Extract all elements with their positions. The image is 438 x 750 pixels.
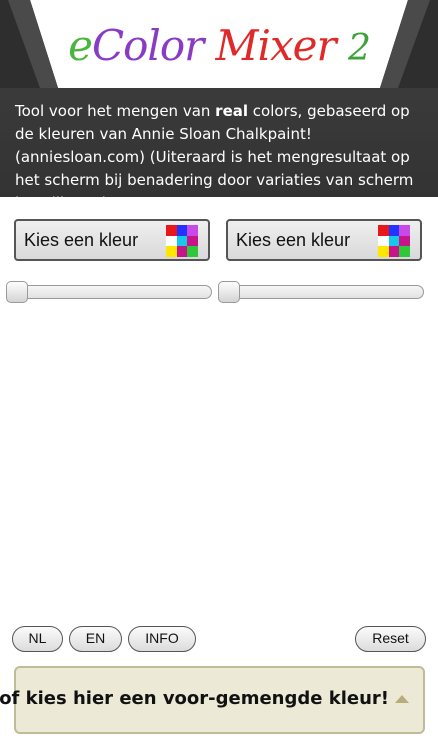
arrow-up-icon [395, 695, 409, 703]
swatch-cell [166, 246, 177, 257]
slider-thumb[interactable] [218, 281, 240, 303]
swatch-cell [378, 235, 389, 247]
swatch-cell [166, 235, 177, 247]
swatch-cell [176, 235, 188, 247]
logo-number: 2 [347, 28, 371, 69]
color-picker-label: Kies een kleur [236, 230, 351, 250]
swatch-cell [187, 225, 198, 236]
swatch-cell [187, 235, 198, 247]
color-picker-button-1[interactable]: Kies een kleur [14, 219, 210, 261]
slider-track [6, 285, 212, 299]
premixed-colors-button[interactable]: of kies hier een voor-gemengde kleur! [0, 666, 425, 734]
slider-track [218, 285, 424, 299]
swatch-cell [378, 246, 389, 257]
app-logo: eColor Mixer 2 [0, 18, 438, 77]
color-grid-icon [166, 225, 198, 257]
info-button[interactable]: INFO [128, 626, 196, 652]
swatch-cell [388, 235, 400, 247]
swatch-cell [399, 225, 410, 236]
swatch-cell [166, 225, 177, 236]
swatch-cell [176, 246, 188, 257]
color-grid-icon [378, 225, 410, 257]
swatch-cell [187, 246, 198, 257]
premixed-colors-label: of kies hier een voor-gemengde kleur! [0, 688, 389, 709]
logo-prefix: e [68, 21, 93, 70]
swatch-cell [378, 225, 389, 236]
mix-slider-2[interactable] [218, 281, 424, 303]
swatch-cell [176, 225, 188, 236]
swatch-cell [388, 225, 400, 236]
mix-slider-1[interactable] [6, 281, 212, 303]
swatch-cell [399, 235, 410, 247]
language-nl-button[interactable]: NL [12, 626, 63, 652]
intro-bold: real [215, 102, 249, 120]
swatch-cell [388, 246, 400, 257]
swatch-cell [399, 246, 410, 257]
color-picker-button-2[interactable]: Kies een kleur [226, 219, 422, 261]
app-header: eColor Mixer 2 Tool voor het mengen van … [0, 0, 438, 212]
slider-thumb[interactable] [6, 281, 28, 303]
logo-mixer-word: Mixer [215, 21, 337, 70]
reset-button[interactable]: Reset [355, 626, 426, 652]
language-en-button[interactable]: EN [69, 626, 122, 652]
color-picker-label: Kies een kleur [24, 230, 139, 250]
intro-text: Tool voor het mengen van real colors, ge… [15, 102, 414, 212]
logo-color-word: Color [91, 21, 204, 70]
